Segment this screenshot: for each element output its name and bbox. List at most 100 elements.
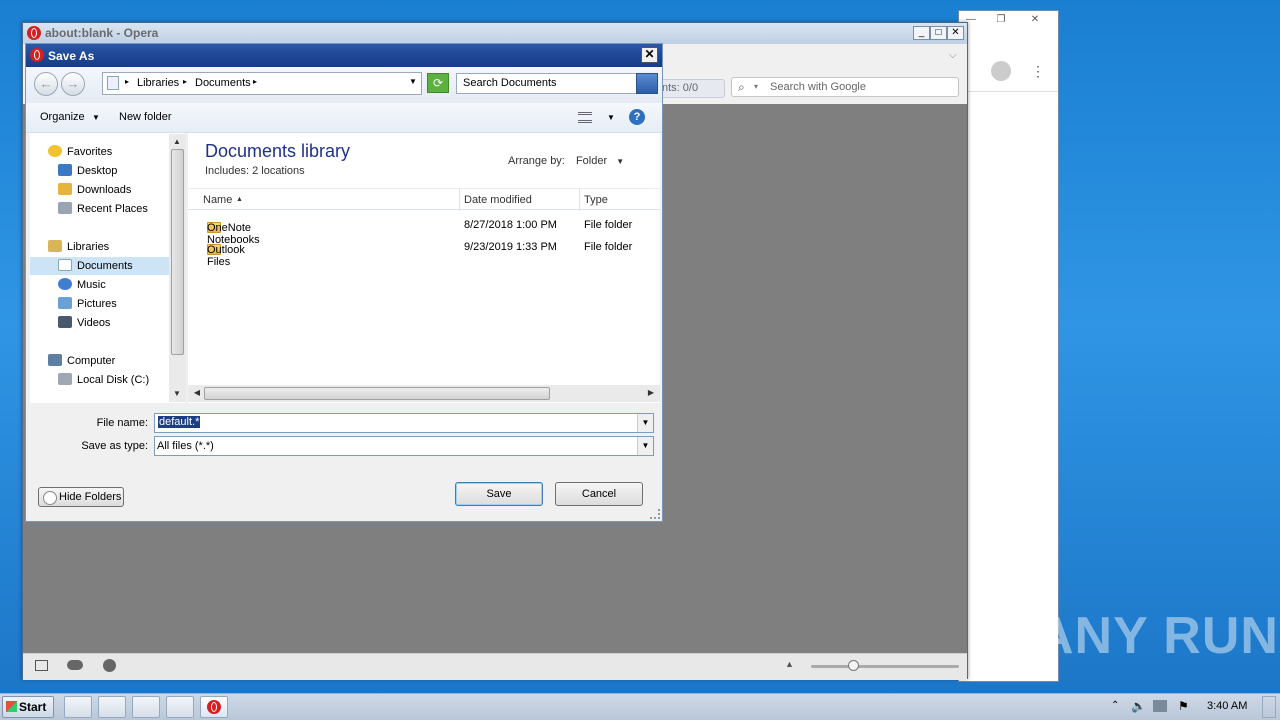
- search-icon[interactable]: [636, 73, 658, 94]
- file-name-text: Outlook Files: [207, 244, 245, 268]
- close-icon[interactable]: ✕: [1023, 14, 1047, 28]
- nav-local-disk[interactable]: Local Disk (C:): [58, 371, 149, 389]
- type-cell: File folder: [584, 241, 633, 253]
- file-explorer-icon[interactable]: [98, 696, 126, 718]
- arrange-by-value[interactable]: Folder: [576, 155, 607, 167]
- show-desktop-button[interactable]: [1262, 696, 1276, 718]
- scroll-up-icon[interactable]: ▲: [170, 135, 184, 149]
- file-name-input[interactable]: default.* ▼: [154, 413, 654, 433]
- column-date-modified[interactable]: Date modified: [464, 194, 532, 206]
- volume-icon[interactable]: 🔈: [1131, 699, 1146, 713]
- dialog-close-button[interactable]: ✕: [641, 47, 658, 63]
- internet-explorer-icon[interactable]: [64, 696, 92, 718]
- nav-music[interactable]: Music: [58, 276, 106, 294]
- library-includes[interactable]: Includes: 2 locations: [205, 165, 305, 177]
- resize-grip[interactable]: [650, 509, 660, 519]
- opera-title-bar[interactable]: about:blank - Opera _ □ ✕: [23, 23, 967, 44]
- sort-ascending-icon: ▲: [236, 196, 243, 203]
- panel-toggle-icon[interactable]: [35, 660, 48, 671]
- profile-avatar-icon[interactable]: [991, 61, 1011, 81]
- taskbar: Start ⌃ 🔈 ⚑ 3:40 AM: [0, 693, 1280, 720]
- chevron-down-icon[interactable]: ▼: [409, 77, 417, 86]
- organize-button[interactable]: Organize: [40, 111, 85, 123]
- chevron-down-icon[interactable]: ▼: [637, 437, 653, 455]
- start-button[interactable]: Start: [2, 696, 54, 718]
- file-list-h-scroll-thumb[interactable]: [204, 387, 550, 400]
- recent-places-icon: [58, 202, 72, 214]
- downloads-folder-icon: [58, 183, 72, 195]
- close-button[interactable]: ✕: [947, 26, 964, 40]
- clock[interactable]: 3:40 AM: [1207, 700, 1247, 712]
- restore-icon[interactable]: ❐: [989, 14, 1013, 28]
- chrome-icon[interactable]: [166, 696, 194, 718]
- save-as-type-select[interactable]: All files (*.*) ▼: [154, 436, 654, 456]
- maximize-button[interactable]: □: [930, 26, 947, 40]
- help-icon[interactable]: ?: [629, 109, 645, 125]
- nav-computer[interactable]: Computer: [48, 352, 115, 370]
- zoom-slider[interactable]: [811, 665, 959, 668]
- table-row[interactable]: Outlook Files 9/23/2019 1:33 PM File fol…: [188, 238, 660, 268]
- scroll-left-icon[interactable]: ◀: [190, 386, 204, 400]
- forward-button[interactable]: →: [61, 72, 85, 96]
- zoom-slider-handle[interactable]: [848, 660, 859, 671]
- table-row[interactable]: OneNote Notebooks 8/27/2018 1:00 PM File…: [188, 216, 660, 246]
- network-icon[interactable]: [1153, 700, 1167, 712]
- save-as-type-value: All files (*.*): [157, 440, 214, 452]
- breadcrumb-libraries[interactable]: Libraries: [137, 77, 179, 89]
- chevron-right-icon[interactable]: ▸: [183, 77, 187, 86]
- nav-videos[interactable]: Videos: [58, 314, 110, 332]
- media-player-icon[interactable]: [132, 696, 160, 718]
- chevron-down-icon[interactable]: ⌵: [949, 50, 957, 61]
- chevron-down-icon[interactable]: ▾: [754, 82, 758, 91]
- new-folder-button[interactable]: New folder: [119, 111, 172, 123]
- nav-downloads[interactable]: Downloads: [58, 181, 131, 199]
- chevron-right-icon[interactable]: ▸: [125, 77, 129, 86]
- save-button[interactable]: Save: [455, 482, 543, 506]
- view-options-icon[interactable]: [578, 112, 592, 123]
- cloud-icon[interactable]: [67, 660, 83, 670]
- arrow-up-icon[interactable]: ▲: [785, 659, 794, 669]
- nav-desktop[interactable]: Desktop: [58, 162, 117, 180]
- navigation-pane: Favorites Desktop Downloads Recent Place…: [30, 133, 185, 403]
- cancel-button[interactable]: Cancel: [555, 482, 643, 506]
- dialog-title-bar[interactable]: Save As ✕: [26, 44, 662, 67]
- arrange-by-label: Arrange by:: [508, 155, 565, 167]
- date-modified-cell: 8/27/2018 1:00 PM: [464, 219, 557, 231]
- web-search-input[interactable]: ⌕ ▾ Search with Google: [731, 77, 959, 97]
- nav-favorites[interactable]: Favorites: [48, 143, 112, 161]
- opera-logo-icon: [207, 700, 221, 714]
- back-button[interactable]: ←: [34, 72, 58, 96]
- nav-libraries[interactable]: Libraries: [48, 238, 109, 256]
- column-separator[interactable]: [579, 189, 580, 211]
- speed-dial-icon[interactable]: [103, 659, 116, 672]
- nav-recent-places[interactable]: Recent Places: [58, 200, 148, 218]
- scroll-right-icon[interactable]: ▶: [644, 386, 658, 400]
- nav-pane-scroll-thumb[interactable]: [171, 149, 184, 355]
- action-center-flag-icon[interactable]: ⚑: [1178, 699, 1189, 713]
- menu-kebab-icon[interactable]: ⋮: [1031, 63, 1045, 80]
- chevron-down-icon[interactable]: ▼: [637, 414, 653, 432]
- command-bar: Organize ▼ New folder ▼ ?: [26, 103, 662, 133]
- opera-taskbar-icon[interactable]: [200, 696, 228, 718]
- search-documents-input[interactable]: Search Documents: [456, 73, 656, 94]
- arrange-by: Arrange by: Folder ▼: [508, 155, 624, 167]
- nav-documents[interactable]: Documents: [30, 257, 169, 275]
- show-hidden-icons-icon[interactable]: ⌃: [1111, 700, 1119, 711]
- column-type[interactable]: Type: [584, 194, 608, 206]
- libraries-icon: [48, 240, 62, 252]
- address-breadcrumb[interactable]: ▸ Libraries ▸ Documents ▸ ▼: [102, 72, 422, 95]
- minimize-button[interactable]: _: [913, 26, 930, 40]
- column-separator[interactable]: [459, 189, 460, 211]
- scroll-down-icon[interactable]: ▼: [170, 387, 184, 401]
- chevron-down-icon[interactable]: ▼: [92, 113, 100, 122]
- nav-documents-label: Documents: [77, 260, 133, 272]
- opera-logo-icon: [27, 26, 41, 40]
- refresh-button[interactable]: ⟳: [427, 73, 449, 93]
- hide-folders-button[interactable]: Hide Folders: [38, 487, 124, 507]
- chevron-right-icon[interactable]: ▸: [253, 77, 257, 86]
- nav-pictures[interactable]: Pictures: [58, 295, 117, 313]
- breadcrumb-documents[interactable]: Documents: [195, 77, 251, 89]
- chevron-down-icon[interactable]: ▼: [616, 157, 624, 166]
- chevron-down-icon[interactable]: ▼: [607, 113, 615, 122]
- column-name[interactable]: Name: [203, 194, 232, 206]
